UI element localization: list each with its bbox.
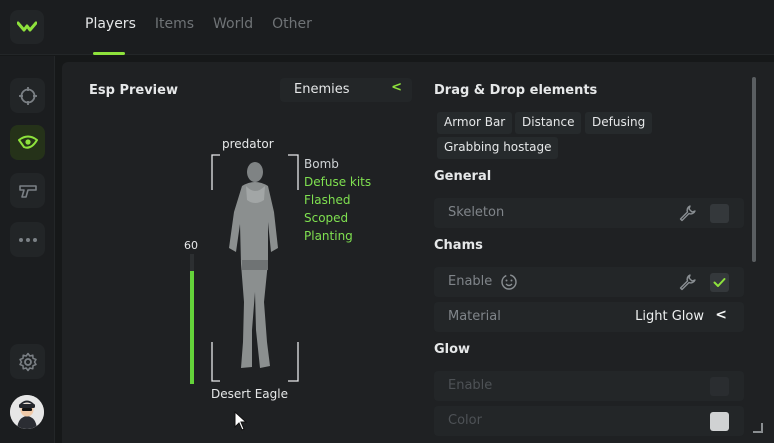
wrench-icon[interactable]: [678, 273, 696, 291]
weapon-label: Desert Eagle: [211, 387, 288, 401]
chevron-left-icon: <: [391, 80, 402, 95]
eye-icon: [17, 135, 38, 149]
smiley-icon: [501, 274, 517, 290]
glow-enable-checkbox[interactable]: [710, 377, 729, 396]
chams-enable-checkbox[interactable]: [710, 273, 729, 292]
chip-grabbing-hostage[interactable]: Grabbing hostage: [437, 137, 559, 159]
esp-preview: predator 60 Bomb Defuse kits Flashed Sco…: [162, 132, 412, 412]
glow-enable-label: Enable: [448, 378, 493, 393]
sidebar-item-aim[interactable]: [10, 78, 45, 113]
sidebar-item-more[interactable]: [10, 222, 45, 257]
chip-armor-bar[interactable]: Armor Bar: [437, 112, 513, 134]
health-value: 60: [184, 239, 198, 252]
health-bar-fill: [190, 271, 194, 384]
glow-title: Glow: [434, 342, 471, 357]
tab-items[interactable]: Items: [155, 16, 194, 54]
skeleton-row: Skeleton: [434, 198, 744, 228]
main-panel: Esp Preview Enemies < predator 60 Bomb D…: [62, 62, 774, 443]
target-select-value: Enemies: [294, 82, 350, 97]
glow-color-swatch[interactable]: [710, 412, 729, 431]
flag-bomb: Bomb: [304, 157, 339, 171]
player-model-image: [211, 154, 299, 382]
mouse-cursor-icon: [234, 411, 248, 431]
flag-planting: Planting: [304, 229, 353, 243]
glow-enable-row: Enable: [434, 371, 744, 401]
tab-other[interactable]: Other: [272, 16, 312, 54]
resize-handle[interactable]: [753, 423, 763, 433]
top-bar: Players Items World Other: [0, 0, 774, 55]
chams-material-value: Light Glow: [635, 309, 704, 324]
chip-distance[interactable]: Distance: [515, 112, 582, 134]
sidebar-item-visuals[interactable]: [10, 125, 45, 160]
tab-world[interactable]: World: [213, 16, 253, 54]
esp-preview-title: Esp Preview: [89, 83, 178, 98]
logo-icon: [17, 21, 37, 32]
gear-icon: [18, 352, 37, 371]
flag-scoped: Scoped: [304, 211, 349, 225]
sidebar: [0, 56, 55, 443]
more-icon: [18, 237, 37, 242]
glow-color-row: Color: [434, 406, 744, 436]
main-tabs: Players Items World Other: [85, 16, 312, 55]
crosshair-icon: [18, 86, 37, 105]
check-icon: [713, 278, 726, 287]
skeleton-label: Skeleton: [448, 205, 505, 220]
scrollbar[interactable]: [752, 77, 756, 262]
tab-players[interactable]: Players: [85, 16, 136, 55]
settings-button[interactable]: [10, 344, 45, 379]
player-name-label: predator: [222, 137, 274, 151]
chams-enable-label: Enable: [448, 274, 493, 289]
flag-flashed: Flashed: [304, 193, 351, 207]
chams-title: Chams: [434, 238, 483, 253]
avatar[interactable]: [10, 395, 44, 429]
skeleton-checkbox[interactable]: [710, 204, 729, 223]
app-logo: [10, 10, 44, 44]
esp-flags: Bomb Defuse kits Flashed Scoped Planting: [304, 155, 371, 245]
chip-defusing[interactable]: Defusing: [585, 112, 653, 134]
sidebar-item-weapons[interactable]: [10, 173, 45, 208]
chams-enable-row: Enable: [434, 267, 744, 297]
pistol-icon: [18, 184, 37, 198]
chevron-left-icon: <: [715, 307, 727, 323]
chams-material-row[interactable]: Material Light Glow <: [434, 302, 744, 332]
chams-material-label: Material: [448, 309, 501, 324]
flag-defuse-kits: Defuse kits: [304, 175, 372, 189]
glow-color-label: Color: [448, 413, 482, 428]
drag-drop-title: Drag & Drop elements: [434, 83, 598, 98]
wrench-icon[interactable]: [678, 204, 696, 222]
general-title: General: [434, 169, 492, 184]
target-select[interactable]: Enemies <: [280, 78, 412, 102]
user-avatar-icon: [10, 395, 44, 429]
